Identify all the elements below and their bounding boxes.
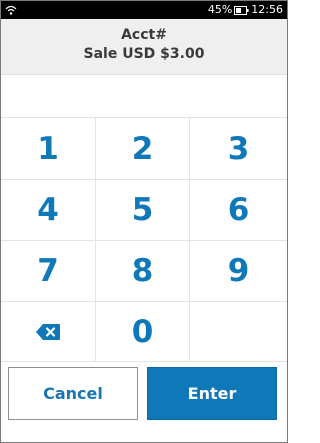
key-4[interactable]: 4: [1, 180, 96, 241]
battery-percent: 45%: [207, 3, 233, 16]
battery-icon: [234, 5, 249, 15]
key-1[interactable]: 1: [1, 118, 96, 180]
page-title: Acct#: [121, 27, 167, 43]
key-7[interactable]: 7: [1, 241, 96, 302]
key-8[interactable]: 8: [96, 241, 190, 302]
enter-button[interactable]: Enter: [147, 367, 277, 420]
status-right: 45% 12:56: [208, 3, 283, 17]
backspace-key[interactable]: [1, 302, 96, 362]
clock: 12:56: [251, 3, 283, 16]
status-bar: 45% 12:56: [1, 1, 287, 19]
key-6[interactable]: 6: [190, 180, 287, 241]
key-0[interactable]: 0: [96, 302, 190, 362]
payment-screen: 45% 12:56 Acct# Sale USD $3.00 1 2 3 4 5…: [0, 0, 288, 443]
cancel-button[interactable]: Cancel: [8, 367, 138, 420]
backspace-icon: [36, 323, 60, 340]
key-5[interactable]: 5: [96, 180, 190, 241]
key-9[interactable]: 9: [190, 241, 287, 302]
key-3[interactable]: 3: [190, 118, 287, 180]
sale-amount: Sale USD $3.00: [83, 46, 205, 62]
key-2[interactable]: 2: [96, 118, 190, 180]
transaction-header: Acct# Sale USD $3.00: [1, 19, 287, 75]
numeric-keypad: 1 2 3 4 5 6 7 8 9 0: [1, 117, 287, 362]
key-blank: [190, 302, 287, 362]
wifi-icon: [5, 5, 17, 15]
